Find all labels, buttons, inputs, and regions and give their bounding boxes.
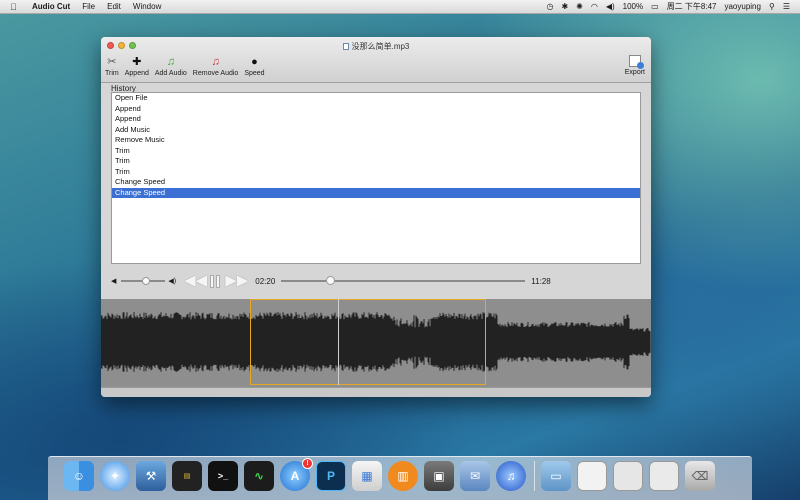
speed-button[interactable]: ● Speed: [244, 55, 264, 77]
notification-center-icon[interactable]: ☰: [783, 2, 790, 11]
volume-slider-knob[interactable]: [141, 277, 150, 285]
menu-app-name[interactable]: Audio Cut: [32, 2, 70, 11]
history-item[interactable]: Trim: [112, 146, 640, 157]
ibooks-icon[interactable]: ▥: [388, 461, 418, 491]
waveform-view[interactable]: [101, 299, 651, 387]
activity-monitor-icon[interactable]: ∿: [244, 461, 274, 491]
plus-icon: ✚: [132, 56, 142, 68]
trim-button[interactable]: ✂ Trim: [105, 55, 119, 77]
history-list[interactable]: Open File Append Append Add Music Remove…: [111, 92, 641, 264]
add-audio-label: Add Audio: [154, 70, 187, 77]
battery-icon[interactable]: ▭: [651, 2, 659, 11]
trim-label: Trim: [105, 70, 119, 77]
photoshop-icon[interactable]: P: [316, 461, 346, 491]
volume-low-icon: ◀: [111, 278, 117, 285]
console-icon[interactable]: ▤: [172, 461, 202, 491]
preview-icon[interactable]: ▦: [352, 461, 382, 491]
mail-stamp-icon[interactable]: ✉: [460, 461, 490, 491]
playback-controls: ◀ ◀) ◀◀ ▶▶ 02:20 11:28: [111, 273, 641, 289]
history-item[interactable]: Trim: [112, 156, 640, 167]
history-item[interactable]: Change Speed: [112, 177, 640, 188]
document-icon: [342, 43, 349, 50]
terminal-icon[interactable]: >_: [208, 461, 238, 491]
volume-icon[interactable]: ◀): [606, 2, 615, 11]
history-item[interactable]: Open File: [112, 93, 640, 104]
export-button[interactable]: Export: [625, 55, 645, 76]
fast-forward-button[interactable]: ▶▶: [225, 273, 248, 289]
add-audio-icon: ♫: [166, 56, 175, 68]
dock-window-thumbnail[interactable]: [613, 461, 643, 491]
waveform-playhead[interactable]: [337, 299, 339, 385]
spotlight-search-icon[interactable]: ⚲: [769, 2, 775, 11]
rewind-button[interactable]: ◀◀: [184, 273, 207, 289]
volume-slider[interactable]: [121, 277, 166, 285]
window-title-wrap: 没那么简单.mp3: [101, 41, 651, 52]
total-time: 11:28: [531, 276, 551, 286]
menu-edit[interactable]: Edit: [107, 2, 121, 11]
title-bar: 没那么简单.mp3 ✂ Trim ✚ Append ♫ Add Audio ♫ …: [101, 37, 651, 83]
dock-window-thumbnail[interactable]: [649, 461, 679, 491]
toolbar: ✂ Trim ✚ Append ♫ Add Audio ♫ Remove Aud…: [105, 55, 271, 77]
add-audio-button[interactable]: ♫ Add Audio: [155, 55, 187, 77]
itunes-icon[interactable]: ♫: [496, 461, 526, 491]
wifi-icon[interactable]: ◠: [591, 2, 598, 11]
seek-slider[interactable]: [281, 276, 526, 285]
bluetooth-icon[interactable]: ✱: [561, 2, 568, 11]
remove-audio-label: Remove Audio: [192, 70, 239, 77]
image-capture-icon[interactable]: ▣: [424, 461, 454, 491]
history-item-selected[interactable]: Change Speed: [112, 187, 640, 198]
snail-icon: ●: [251, 56, 258, 68]
current-time: 02:20: [255, 276, 276, 286]
battery-percent[interactable]: 100%: [623, 2, 643, 11]
dock-separator: [534, 461, 535, 491]
history-item[interactable]: Append: [112, 114, 640, 125]
app-store-badge: !: [302, 458, 313, 469]
trash-icon[interactable]: ⌫: [685, 461, 715, 491]
spinner-icon[interactable]: ✺: [576, 2, 583, 11]
applications-folder-icon[interactable]: ▭: [541, 461, 571, 491]
remove-audio-button[interactable]: ♫ Remove Audio: [193, 55, 239, 77]
export-icon: [628, 55, 644, 69]
remove-audio-icon: ♫: [211, 56, 220, 68]
history-item[interactable]: Add Music: [112, 125, 640, 136]
trim-icon: ✂: [107, 56, 117, 68]
menu-user[interactable]: yaoyuping: [724, 2, 760, 11]
history-item[interactable]: Trim: [112, 167, 640, 178]
pause-bar-left: [210, 274, 215, 288]
safari-icon[interactable]: ✦: [100, 461, 130, 491]
dock-window-thumbnail[interactable]: [577, 461, 607, 491]
menu-file[interactable]: File: [82, 2, 95, 11]
xcode-icon[interactable]: ⚒: [136, 461, 166, 491]
append-label: Append: [124, 70, 149, 77]
volume-high-icon: ◀): [168, 278, 177, 285]
dock-icons: ☺ ✦ ⚒ ▤ >_ ∿ A! P ▦ ▥ ▣ ✉ ♫ ▭ ⌫: [64, 455, 721, 491]
app-store-icon[interactable]: A!: [280, 458, 313, 491]
seek-slider-knob[interactable]: [326, 276, 336, 285]
pause-button[interactable]: [210, 274, 222, 288]
pause-bar-right: [216, 274, 221, 288]
menu-bar:  Audio Cut File Edit Window ◷ ✱ ✺ ◠ ◀) …: [0, 0, 800, 14]
app-window: 没那么简单.mp3 ✂ Trim ✚ Append ♫ Add Audio ♫ …: [101, 37, 651, 397]
speed-label: Speed: [244, 70, 265, 77]
time-machine-icon[interactable]: ◷: [546, 2, 553, 11]
waveform-selection[interactable]: [249, 299, 486, 385]
menu-clock[interactable]: 周二 下午8:47: [667, 1, 717, 12]
status-strip: [101, 387, 651, 397]
append-button[interactable]: ✚ Append: [125, 55, 149, 77]
apple-icon[interactable]: : [10, 2, 24, 12]
finder-icon[interactable]: ☺: [64, 461, 94, 491]
window-title: 没那么简单.mp3: [351, 42, 410, 51]
history-item[interactable]: Append: [112, 104, 640, 115]
menu-window[interactable]: Window: [133, 2, 161, 11]
history-item[interactable]: Remove Music: [112, 135, 640, 146]
export-label: Export: [624, 69, 645, 76]
